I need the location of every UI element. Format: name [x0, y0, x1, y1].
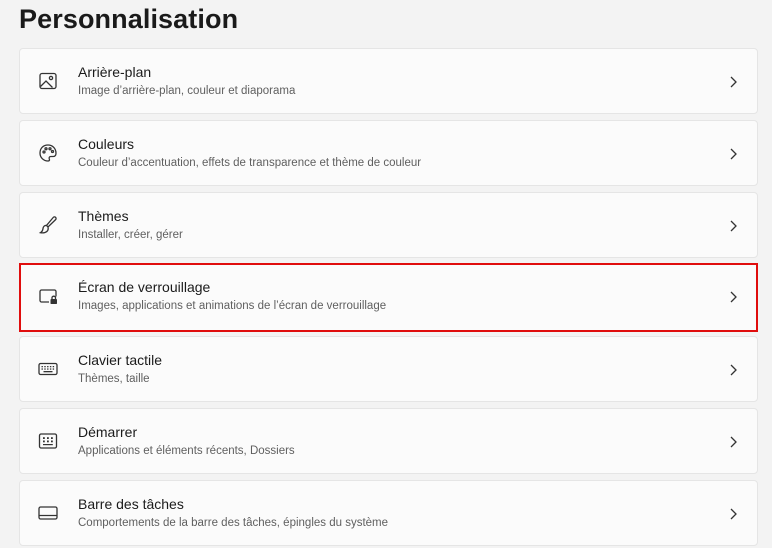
settings-item-title: Démarrer [78, 424, 138, 440]
page-title: Personnalisation [19, 4, 239, 34]
keyboard-icon [37, 358, 59, 380]
settings-item-subtitle: Comportements de la barre des tâches, ép… [78, 517, 389, 529]
settings-item-subtitle: Couleur d’accentuation, effets de transp… [78, 157, 422, 169]
settings-item-themes[interactable]: Thèmes Installer, créer, gérer [19, 192, 758, 258]
settings-item-colors[interactable]: Couleurs Couleur d’accentuation, effets … [19, 120, 758, 186]
settings-item-title: Clavier tactile [78, 352, 163, 368]
settings-item-start[interactable]: Démarrer Applications et éléments récent… [19, 408, 758, 474]
settings-item-title: Barre des tâches [78, 496, 184, 512]
taskbar-icon [37, 502, 59, 524]
chevron-right-icon [727, 147, 739, 161]
brush-icon [37, 214, 59, 236]
settings-item-touch-keyboard[interactable]: Clavier tactile Thèmes, taille [19, 336, 758, 402]
image-icon [37, 70, 59, 92]
settings-item-title: Couleurs [78, 136, 135, 152]
settings-item-subtitle: Images, applications et animations de l’… [78, 300, 387, 312]
settings-item-title: Écran de verrouillage [78, 279, 211, 295]
settings-item-title: Arrière-plan [78, 64, 152, 80]
chevron-right-icon [727, 219, 739, 233]
chevron-right-icon [727, 290, 739, 304]
settings-item-subtitle: Applications et éléments récents, Dossie… [78, 445, 295, 457]
settings-item-subtitle: Image d’arrière-plan, couleur et diapora… [78, 85, 296, 97]
chevron-right-icon [727, 435, 739, 449]
settings-item-background[interactable]: Arrière-plan Image d’arrière-plan, coule… [19, 48, 758, 114]
lock-screen-icon [37, 285, 59, 307]
settings-item-subtitle: Installer, créer, gérer [78, 229, 183, 241]
chevron-right-icon [727, 363, 739, 377]
settings-item-lock-screen[interactable]: Écran de verrouillage Images, applicatio… [19, 263, 758, 332]
start-icon [37, 430, 59, 452]
settings-item-taskbar[interactable]: Barre des tâches Comportements de la bar… [19, 480, 758, 546]
settings-page: Personnalisation Arrière-plan Image d’ar… [0, 0, 772, 548]
palette-icon [37, 142, 59, 164]
settings-item-title: Thèmes [78, 208, 129, 224]
chevron-right-icon [727, 507, 739, 521]
chevron-right-icon [727, 75, 739, 89]
settings-item-subtitle: Thèmes, taille [78, 373, 150, 385]
